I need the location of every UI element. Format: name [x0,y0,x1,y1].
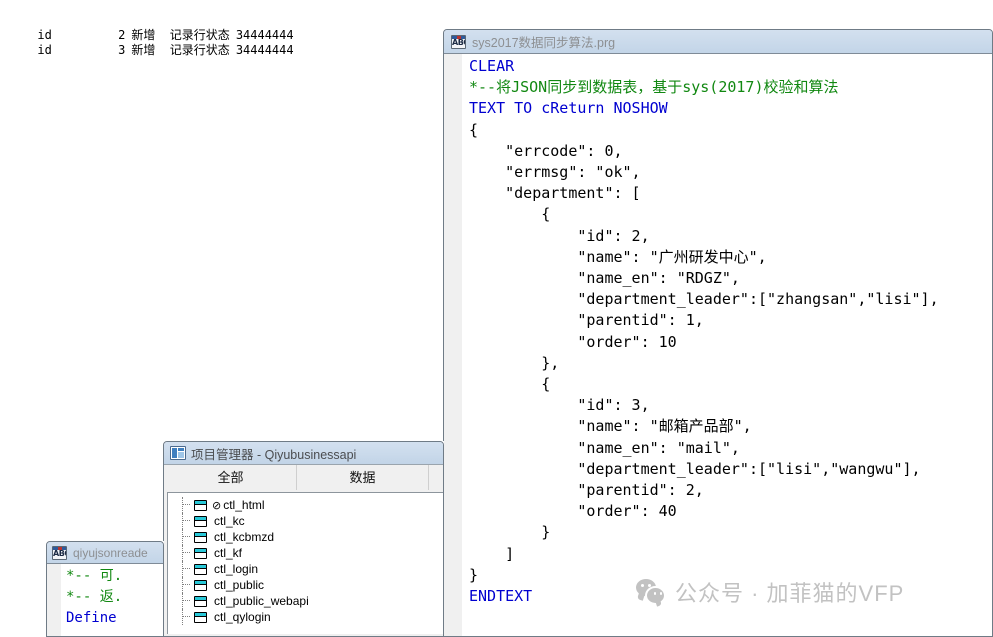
main-code-text[interactable]: CLEAR *--将JSON同步到数据表，基于sys(2017)校验和算法 TE… [463,54,992,636]
watermark: 公众号 · 加菲猫的VFP [636,576,904,608]
project-manager-body: 全部 数据 ⊘ ctl_html ctl_kc ctl_kcbmzd ctl_k… [164,464,443,636]
project-manager-frame: 项目管理器 - Qiyubusinessapi 全部 数据 ⊘ ctl_html [163,441,444,637]
tab-overflow[interactable] [429,465,443,490]
list-item[interactable]: ctl_qylogin [168,609,443,625]
output-col-id: id [37,43,52,57]
main-code-titlebar[interactable]: ABC sys2017数据同步算法.prg [444,30,992,53]
code-line: "id": 3, [469,396,650,415]
code-line: "parentid": 2, [469,481,704,500]
program-file-icon [194,515,207,527]
wechat-icon [636,579,666,605]
project-manager-icon [170,446,186,460]
main-code-title: sys2017数据同步算法.prg [472,36,616,50]
qiyujsonreader-frame: ABC qiyujsonreade *-- 可. *-- 返. Define [46,541,164,637]
list-item-label: ctl_kc [214,514,245,528]
output-col-num: 3 [118,43,126,57]
list-item[interactable]: ctl_kc [168,513,443,529]
code-line: TEXT TO cReturn NOSHOW [469,99,668,118]
code-line: "name": "广州研发中心", [469,247,767,266]
main-code-editor[interactable]: CLEAR *--将JSON同步到数据表，基于sys(2017)校验和算法 TE… [444,53,992,636]
screen: id 2 新增 记录行状态 34444444 id 3 新增 记录行状态 34444444 … [0,0,993,637]
list-item-label: ctl_public_webapi [214,594,309,608]
code-line: { [469,120,479,139]
abc-text-file-icon: ABC [52,545,67,560]
list-item[interactable]: ctl_kcbmzd [168,529,443,545]
program-file-icon [194,595,207,607]
editor-gutter [47,564,62,636]
main-code-window[interactable]: ABC sys2017数据同步算法.prg CLEAR *--将JSON同步到数… [443,29,993,637]
code-line: "name_en": "mail", [469,438,740,457]
code-line: "order": 10 [469,332,677,351]
project-manager-titlebar[interactable]: 项目管理器 - Qiyubusinessapi [164,442,443,464]
code-line: "order": 40 [469,502,677,521]
tree-branch-icon [182,600,190,602]
code-line: "name_en": "RDGZ", [469,269,740,288]
tree-branch-icon [182,520,190,522]
code-line: }, [469,353,560,372]
code-line: *-- 可. [66,568,123,584]
project-file-list[interactable]: ⊘ ctl_html ctl_kc ctl_kcbmzd ctl_kf ctl_… [167,492,443,634]
list-item-label: ctl_public [214,578,265,592]
program-file-icon [194,499,207,511]
code-line: "parentid": 1, [469,311,704,330]
list-item[interactable]: ctl_kf [168,545,443,561]
qiyujsonreader-code[interactable]: *-- 可. *-- 返. Define [62,564,163,636]
tree-branch-icon [182,568,190,570]
code-line: CLEAR [469,57,515,75]
code-line: *-- 返. [66,589,123,605]
code-line: } [469,523,551,542]
list-item-label: ctl_login [214,562,259,576]
code-line: "errcode": 0, [469,141,623,160]
code-line: "department_leader":["lisi","wangwu"], [469,459,921,478]
command-output-panel[interactable]: id 2 新增 记录行状态 34444444 id 3 新增 记录行状态 34444444 [0,0,440,438]
list-item[interactable]: ctl_public [168,577,443,593]
program-file-icon [194,547,207,559]
program-file-icon [194,579,207,591]
main-code-frame: ABC sys2017数据同步算法.prg CLEAR *--将JSON同步到数… [443,29,993,637]
list-item[interactable]: ctl_login [168,561,443,577]
tree-branch-icon [182,616,190,618]
list-item-label: ctl_kf [214,546,243,560]
code-line: "department_leader":["zhangsan","lisi"], [469,290,939,309]
list-item-label: ctl_qylogin [214,610,271,624]
code-line: "name": "邮箱产品部", [469,417,752,436]
project-manager-tabs: 全部 数据 [164,465,443,490]
project-manager-window[interactable]: 项目管理器 - Qiyubusinessapi 全部 数据 ⊘ ctl_html [163,441,444,637]
output-col-status: 新增 记录行状态 [131,43,230,57]
code-line: { [469,375,551,394]
program-file-icon [194,531,207,543]
list-item[interactable]: ctl_public_webapi [168,593,443,609]
program-file-icon [194,563,207,575]
code-line: *--将JSON同步到数据表，基于sys(2017)校验和算法 [469,78,839,97]
qiyujsonreader-titlebar[interactable]: ABC qiyujsonreade [47,542,163,563]
code-line: { [469,205,551,224]
qiyujsonreader-window[interactable]: ABC qiyujsonreade *-- 可. *-- 返. Define [46,541,164,637]
code-line: ] [469,544,515,563]
tree-branch-icon [182,552,190,554]
project-manager-title: 项目管理器 - Qiyubusinessapi [191,447,357,462]
tree-branch-icon [182,584,190,586]
tab-data[interactable]: 数据 [297,465,429,490]
watermark-text: 公众号 · 加菲猫的VFP [675,581,905,606]
code-line: Define [66,610,117,626]
tree-branch-icon [182,504,190,506]
list-item-label: ctl_kcbmzd [214,530,275,544]
program-file-icon [194,611,207,623]
output-col-value: 34444444 [235,43,294,57]
list-item[interactable]: ⊘ ctl_html [168,497,443,513]
code-line: "department": [ [469,184,641,203]
list-item-label: ctl_html [223,498,265,512]
qiyujsonreader-editor[interactable]: *-- 可. *-- 返. Define [47,563,163,636]
code-line: "id": 2, [469,226,650,245]
tree-branch-icon [182,536,190,538]
excluded-mark-icon: ⊘ [212,498,222,512]
qiyujsonreader-title: qiyujsonreade [73,545,148,560]
output-line: id 3 新增 记录行状态 34444444 [0,27,294,72]
abc-text-file-icon: ABC [451,34,466,49]
tab-all[interactable]: 全部 [165,465,297,490]
editor-gutter [444,54,463,636]
code-line: "errmsg": "ok", [469,163,641,182]
